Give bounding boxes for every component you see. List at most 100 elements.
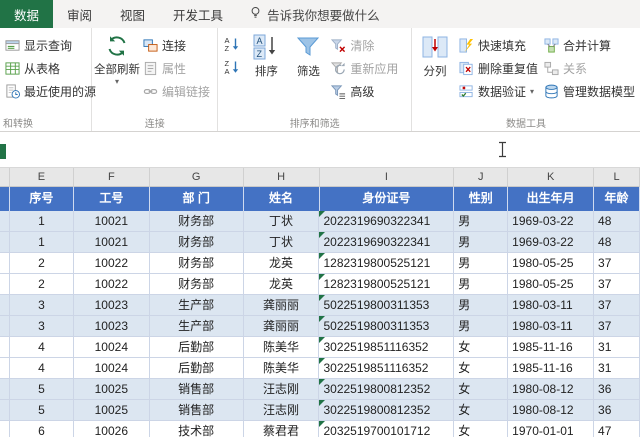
cell-age[interactable]: 36 [594,379,640,400]
cell-id-number[interactable]: 2022319690322341 [319,232,454,253]
cell-department[interactable]: 生产部 [150,316,244,337]
cell-gender[interactable]: 女 [454,358,508,379]
refresh-all-button[interactable]: 全部刷新 ▾ [94,28,140,117]
clear-filter-button[interactable]: 清除 [328,35,401,56]
relationships-button[interactable]: 关系 [541,58,638,79]
cell-partial[interactable] [0,379,10,400]
column-header-H[interactable]: H [244,168,320,187]
sort-button[interactable]: AZ 排序 [244,28,288,117]
column-header-I[interactable]: I [320,168,455,187]
cell-age[interactable]: 48 [594,211,640,232]
cell-employee-id[interactable]: 10024 [74,358,150,379]
cell-age[interactable]: 31 [594,358,640,379]
recent-sources-button[interactable]: 最近使用的源 [2,81,89,102]
cell-gender[interactable]: 男 [454,211,508,232]
cell-gender[interactable]: 女 [454,337,508,358]
cell-department[interactable]: 财务部 [150,211,244,232]
cell-gender[interactable]: 男 [454,232,508,253]
cell-department[interactable]: 销售部 [150,400,244,421]
cell-id-number[interactable]: 3022519851116352 [319,358,454,379]
tell-me-box[interactable]: 告诉我你想要做什么 [237,0,392,28]
cell-name[interactable]: 丁状 [244,232,320,253]
cell-age[interactable]: 48 [594,232,640,253]
cell-department[interactable]: 财务部 [150,232,244,253]
header-serial[interactable]: 序号 [10,187,74,211]
cell-name[interactable]: 丁状 [244,211,320,232]
column-header-G[interactable]: G [150,168,244,187]
cell-id-number[interactable]: 3022519800812352 [319,400,454,421]
cell-employee-id[interactable]: 10024 [74,337,150,358]
from-table-button[interactable]: 从表格 [2,58,89,79]
reapply-filter-button[interactable]: 重新应用 [328,58,401,79]
header-employee-id[interactable]: 工号 [74,187,150,211]
cell-id-number[interactable]: 1282319800525121 [319,274,454,295]
tab-view[interactable]: 视图 [106,0,159,28]
properties-button[interactable]: 属性 [140,58,213,79]
cell-birth-date[interactable]: 1980-03-11 [508,295,594,316]
cell-department[interactable]: 财务部 [150,274,244,295]
header-gender[interactable]: 性别 [454,187,508,211]
column-header-partial[interactable] [0,168,10,187]
column-header-E[interactable]: E [10,168,74,187]
cell-gender[interactable]: 女 [454,400,508,421]
cell-employee-id[interactable]: 10023 [74,316,150,337]
cell-partial[interactable] [0,211,10,232]
header-age[interactable]: 年龄 [594,187,640,211]
cell-id-number[interactable]: 2022319690322341 [319,211,454,232]
cell-employee-id[interactable]: 10021 [74,232,150,253]
cell-employee-id[interactable]: 10026 [74,421,150,437]
cell-name[interactable]: 龙英 [244,274,320,295]
cell-gender[interactable]: 男 [454,316,508,337]
header-name[interactable]: 姓名 [244,187,320,211]
sort-ascending-button[interactable]: AZ [222,37,242,56]
cell-gender[interactable]: 女 [454,379,508,400]
cell-serial[interactable]: 3 [10,295,74,316]
cell-birth-date[interactable]: 1980-08-12 [508,400,594,421]
column-header-J[interactable]: J [454,168,508,187]
cell-department[interactable]: 后勤部 [150,337,244,358]
cell-name[interactable]: 龚丽丽 [244,295,320,316]
cell-gender[interactable]: 男 [454,295,508,316]
cell-id-number[interactable]: 1282319800525121 [319,253,454,274]
cell-age[interactable]: 37 [594,295,640,316]
cell-partial[interactable] [0,232,10,253]
cell-gender[interactable]: 男 [454,274,508,295]
manage-data-model-button[interactable]: 管理数据模型 [541,81,638,102]
cell-employee-id[interactable]: 10022 [74,274,150,295]
cell-partial[interactable] [0,316,10,337]
cell-partial[interactable] [0,337,10,358]
edit-links-button[interactable]: 编辑链接 [140,81,213,102]
cell-birth-date[interactable]: 1969-03-22 [508,232,594,253]
cell-department[interactable]: 销售部 [150,379,244,400]
column-header-K[interactable]: K [508,168,594,187]
header-department[interactable]: 部 门 [150,187,244,211]
column-header-F[interactable]: F [74,168,150,187]
cell-birth-date[interactable]: 1985-11-16 [508,337,594,358]
cell-serial[interactable]: 3 [10,316,74,337]
cell-partial[interactable] [0,421,10,437]
flash-fill-button[interactable]: 快速填充 [456,35,541,56]
cell-name[interactable]: 汪志刚 [244,400,320,421]
cell-gender[interactable]: 女 [454,421,508,437]
tab-developer[interactable]: 开发工具 [159,0,237,28]
cell-birth-date[interactable]: 1969-03-22 [508,211,594,232]
advanced-filter-button[interactable]: 高级 [328,81,401,102]
cell-id-number[interactable]: 3022519800812352 [319,379,454,400]
cell-birth-date[interactable]: 1980-05-25 [508,253,594,274]
cell-serial[interactable]: 6 [10,421,74,437]
cell-serial[interactable]: 2 [10,274,74,295]
cell-id-number[interactable]: 2032519700101712 [319,421,454,437]
cell-partial[interactable] [0,400,10,421]
cell-age[interactable]: 37 [594,253,640,274]
tab-data[interactable]: 数据 [0,0,53,28]
cell-age[interactable]: 36 [594,400,640,421]
cell-name[interactable]: 陈美华 [244,358,320,379]
data-validation-button[interactable]: 数据验证 ▾ [456,81,541,102]
cell-serial[interactable]: 1 [10,211,74,232]
cell-department[interactable]: 生产部 [150,295,244,316]
formula-bar[interactable] [0,132,640,168]
cell-employee-id[interactable]: 10025 [74,400,150,421]
cell-serial[interactable]: 4 [10,358,74,379]
header-cell-partial[interactable] [0,187,10,211]
cell-birth-date[interactable]: 1980-08-12 [508,379,594,400]
